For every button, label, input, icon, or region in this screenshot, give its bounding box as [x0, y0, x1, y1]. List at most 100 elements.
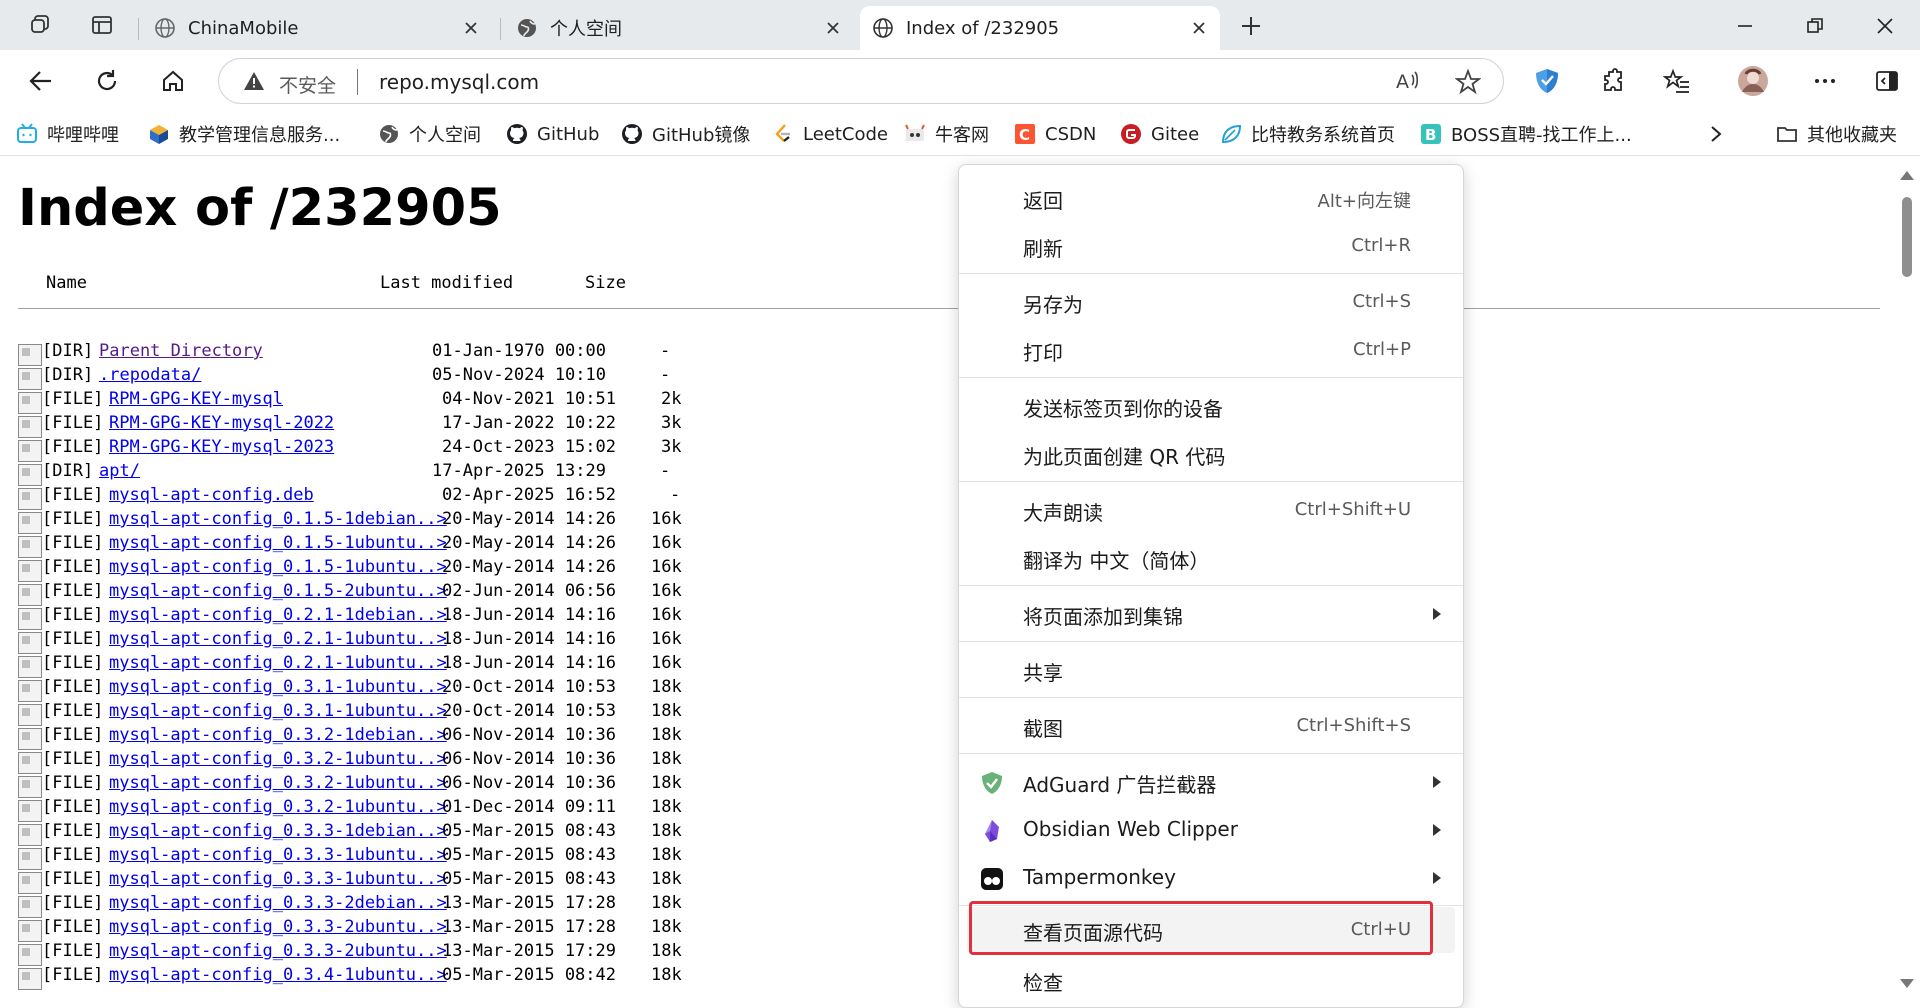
menu-separator: [959, 753, 1463, 754]
bookmark-github[interactable]: GitHub: [506, 121, 599, 147]
home-icon[interactable]: [156, 64, 190, 98]
back-icon[interactable]: [24, 64, 58, 98]
extensions-icon[interactable]: [1596, 64, 1630, 98]
vertical-scrollbar[interactable]: [1894, 157, 1920, 1008]
menu-item-tampermonkey[interactable]: Tampermonkey: [959, 855, 1463, 901]
menu-item-save-as[interactable]: 另存为 Ctrl+S: [959, 279, 1463, 325]
close-icon[interactable]: [460, 17, 482, 39]
bookmark-github-mirror[interactable]: GitHub镜像: [621, 121, 750, 147]
entry-link[interactable]: mysql-apt-config_0.3.2-1debian..>: [109, 725, 447, 745]
menu-item-share[interactable]: 共享: [959, 647, 1463, 693]
close-icon[interactable]: [1188, 17, 1210, 39]
entry-size: 16k: [651, 653, 682, 673]
entry-link[interactable]: mysql-apt-config_0.3.1-1ubuntu..>: [109, 701, 447, 721]
warning-icon[interactable]: [243, 70, 265, 92]
menu-item-print[interactable]: 打印 Ctrl+P: [959, 327, 1463, 373]
entry-link[interactable]: mysql-apt-config_0.3.2-1ubuntu..>: [109, 773, 447, 793]
scrollbar-thumb[interactable]: [1902, 197, 1912, 277]
tab-personal-space[interactable]: 个人空间: [504, 6, 854, 50]
entry-link[interactable]: RPM-GPG-KEY-mysql-2023: [109, 437, 334, 457]
bookmark-nowcoder[interactable]: 牛客网: [904, 121, 989, 147]
entry-link[interactable]: apt/: [99, 461, 140, 481]
menu-item-read-aloud[interactable]: 大声朗读 Ctrl+Shift+U: [959, 487, 1463, 533]
menu-item-adguard[interactable]: AdGuard 广告拦截器: [959, 759, 1463, 805]
bookmark-bilibili[interactable]: 哔哩哔哩: [16, 121, 119, 147]
menu-item-label: 刷新: [1023, 237, 1063, 261]
entry-link[interactable]: .repodata/: [99, 365, 201, 385]
menu-item-send-tab[interactable]: 发送标签页到你的设备: [959, 383, 1463, 429]
entry-type: [FILE]: [42, 965, 104, 985]
bookmark-leetcode[interactable]: LeetCode: [772, 121, 888, 147]
csdn-icon: C: [1014, 123, 1036, 145]
scroll-down-arrow-icon[interactable]: [1900, 979, 1914, 988]
menu-item-translate[interactable]: 翻译为 中文（简体）: [959, 535, 1463, 581]
restore-icon[interactable]: [1800, 11, 1830, 41]
menu-item-screenshot[interactable]: 截图 Ctrl+Shift+S: [959, 703, 1463, 749]
menu-item-qr-code[interactable]: 为此页面创建 QR 代码: [959, 431, 1463, 477]
menu-item-shortcut: Ctrl+Shift+S: [1296, 715, 1411, 736]
entry-link[interactable]: mysql-apt-config_0.3.1-1ubuntu..>: [109, 677, 447, 697]
entry-link[interactable]: mysql-apt-config_0.3.2-1ubuntu..>: [109, 797, 447, 817]
bookmark-boss[interactable]: B BOSS直聘-找工作上...: [1420, 121, 1632, 147]
tab-index-of[interactable]: Index of /232905: [860, 6, 1220, 50]
menu-item-view-source[interactable]: 查看页面源代码 Ctrl+U: [967, 907, 1455, 953]
entry-link[interactable]: mysql-apt-config_0.1.5-1ubuntu..>: [109, 557, 447, 577]
refresh-icon[interactable]: [90, 64, 124, 98]
address-separator: [357, 69, 358, 95]
entry-link[interactable]: RPM-GPG-KEY-mysql: [109, 389, 283, 409]
workspaces-icon[interactable]: [26, 11, 54, 39]
menu-item-back[interactable]: 返回 Alt+向左键: [959, 175, 1463, 221]
entry-link[interactable]: mysql-apt-config_0.3.3-2ubuntu..>: [109, 917, 447, 937]
entry-link[interactable]: mysql-apt-config_0.2.1-1ubuntu..>: [109, 653, 447, 673]
new-tab-icon[interactable]: [1236, 11, 1266, 41]
close-icon[interactable]: [822, 17, 844, 39]
bookmark-gitee[interactable]: Gitee: [1120, 121, 1199, 147]
column-size[interactable]: Size: [585, 273, 626, 293]
entry-link[interactable]: mysql-apt-config_0.3.3-2ubuntu..>: [109, 941, 447, 961]
entry-link[interactable]: mysql-apt-config_0.3.3-1ubuntu..>: [109, 845, 447, 865]
entry-link[interactable]: mysql-apt-config_0.2.1-1debian..>: [109, 605, 447, 625]
minimize-icon[interactable]: [1730, 11, 1760, 41]
entry-link[interactable]: mysql-apt-config_0.2.1-1ubuntu..>: [109, 629, 447, 649]
menu-item-add-to-collections[interactable]: 将页面添加到集锦: [959, 591, 1463, 637]
bookmark-bit-education[interactable]: 比特教务系统首页: [1220, 121, 1395, 147]
vertical-tabs-icon[interactable]: [88, 11, 116, 39]
entry-link[interactable]: mysql-apt-config_0.3.2-1ubuntu..>: [109, 749, 447, 769]
window-close-icon[interactable]: [1870, 11, 1900, 41]
bookmark-other-favorites[interactable]: 其他收藏夹: [1776, 121, 1897, 147]
entry-link[interactable]: mysql-apt-config_0.1.5-1ubuntu..>: [109, 533, 447, 553]
entry-size: 16k: [651, 581, 682, 601]
entry-link[interactable]: mysql-apt-config_0.3.3-1ubuntu..>: [109, 869, 447, 889]
profile-avatar[interactable]: [1736, 64, 1770, 98]
scroll-up-arrow-icon[interactable]: [1900, 171, 1914, 180]
bookmark-csdn[interactable]: C CSDN: [1014, 121, 1096, 147]
sidebar-toggle-icon[interactable]: [1870, 64, 1904, 98]
entry-size: 16k: [651, 605, 682, 625]
entry-link[interactable]: mysql-apt-config_0.1.5-2ubuntu..>: [109, 581, 447, 601]
menu-item-refresh[interactable]: 刷新 Ctrl+R: [959, 223, 1463, 269]
bookmark-teaching-system[interactable]: 教学管理信息服务...: [148, 121, 340, 147]
security-label[interactable]: 不安全: [279, 71, 336, 98]
tab-chinamobile[interactable]: ChinaMobile: [142, 6, 492, 50]
adguard-shield-icon[interactable]: [1530, 64, 1564, 98]
bookmark-personal-space[interactable]: 个人空间: [378, 121, 481, 147]
column-name[interactable]: Name: [46, 273, 87, 293]
entry-link[interactable]: RPM-GPG-KEY-mysql-2022: [109, 413, 334, 433]
submenu-arrow-icon: [1433, 608, 1441, 620]
entry-link[interactable]: Parent Directory: [99, 341, 263, 361]
favorites-icon[interactable]: [1660, 64, 1694, 98]
read-aloud-icon[interactable]: A: [1395, 69, 1421, 98]
more-options-icon[interactable]: [1808, 64, 1842, 98]
column-last-modified[interactable]: Last modified: [380, 273, 513, 293]
entry-link[interactable]: mysql-apt-config_0.3.3-2debian..>: [109, 893, 447, 913]
favorite-star-icon[interactable]: [1454, 68, 1482, 95]
url-text[interactable]: repo.mysql.com: [379, 70, 539, 94]
bookmarks-overflow-chevron-icon[interactable]: [1708, 121, 1724, 147]
menu-item-obsidian[interactable]: Obsidian Web Clipper: [959, 807, 1463, 853]
entry-link[interactable]: mysql-apt-config_0.3.4-1ubuntu..>: [109, 965, 447, 985]
entry-link[interactable]: mysql-apt-config.deb: [109, 485, 314, 505]
entry-link[interactable]: mysql-apt-config_0.3.3-1debian..>: [109, 821, 447, 841]
entry-link[interactable]: mysql-apt-config_0.1.5-1debian..>: [109, 509, 447, 529]
menu-item-inspect[interactable]: 检查: [959, 957, 1463, 1003]
address-bar[interactable]: 不安全 repo.mysql.com A: [218, 58, 1504, 104]
